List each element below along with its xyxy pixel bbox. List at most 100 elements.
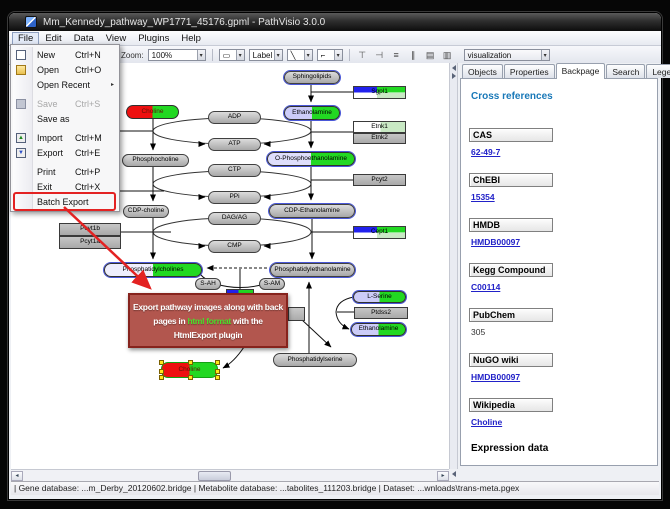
canvas-horizontal-scrollbar[interactable]: ◂ ▸ [11,469,449,481]
align-center-x-icon[interactable]: ⊤ [356,50,369,61]
menu-plugins[interactable]: Plugins [132,32,175,45]
collapse-left-icon[interactable] [452,471,456,477]
gene-box-sgpl1[interactable]: Sgpl1 [353,86,406,99]
chevron-down-icon[interactable]: ▾ [334,50,342,60]
pathway-node-sphingolipids[interactable]: Sphingolipids [284,71,340,84]
gene-box-unlabeled[interactable] [288,307,305,321]
pathway-node-cdp-ethanolamine[interactable]: CDP-Ethanolamine [269,204,355,218]
menu-file[interactable]: File [12,32,39,45]
selection-handle[interactable] [215,375,220,380]
pathway-node-cdp-choline[interactable]: CDP-choline [123,205,169,218]
pathway-node-cmp[interactable]: CMP [208,240,261,253]
selection-handle[interactable] [159,375,164,380]
file-menu-item-export[interactable]: ▼ExportCtrl+E [11,145,119,160]
callout-line3: HtmlExport plugin [130,328,286,342]
pathway-node-ethanolamine[interactable]: Ethanolamine [284,106,340,120]
selection-handle[interactable] [188,375,193,380]
file-menu-item-import[interactable]: ▲ImportCtrl+M [11,130,119,145]
menu-edit[interactable]: Edit [39,32,67,45]
file-menu-item-label: New [37,50,55,60]
datanode-shape-combobox[interactable]: ▭ ▾ [219,49,245,61]
pathway-node-ethanolamine[interactable]: Ethanolamine [351,323,406,336]
common-height-icon[interactable]: ▥ [441,50,454,61]
align-center-y-icon[interactable]: ⊣ [373,50,386,61]
xref-section-chebi: ChEBI15354 [469,173,649,202]
selection-handle[interactable] [159,360,164,365]
zoom-combobox[interactable]: 100% ▾ [148,49,206,61]
xref-link[interactable]: C00114 [471,282,649,292]
splitpane-divider[interactable] [449,63,458,469]
file-menu-item-exit[interactable]: ExitCtrl+X [11,179,119,194]
connector-tool-combobox[interactable]: ⌐ ▾ [317,49,343,61]
gene-box-etnk2[interactable]: Etnk2 [353,133,406,144]
scroll-left-icon[interactable]: ◂ [11,471,23,481]
pathway-node-phosphatidylethanolamine[interactable]: Phosphatidylethanolamine [270,263,355,277]
selection-handle[interactable] [215,360,220,365]
pathway-node-s-ah[interactable]: S-AH [195,278,221,290]
file-menu-item-open-recent[interactable]: Open Recent▸ [11,77,119,92]
tab-search[interactable]: Search [606,64,645,78]
file-menu-item-open[interactable]: OpenCtrl+O [11,62,119,77]
pathway-node-l-serine[interactable]: L-Serine [353,291,406,303]
xref-link[interactable]: 15354 [471,192,649,202]
file-menu-item-print[interactable]: PrintCtrl+P [11,164,119,179]
pathway-node-atp[interactable]: ATP [208,138,261,151]
xref-link[interactable]: HMDB00097 [471,372,649,382]
title-bar[interactable]: Mm_Kennedy_pathway_WP1771_45176.gpml - P… [9,13,661,31]
distribute-vertical-icon[interactable]: ∥ [407,50,420,61]
callout-line2: pages in html format with the [130,314,286,328]
collapse-right-icon[interactable] [452,73,456,79]
gene-box-ptdss2[interactable]: Ptdss2 [354,307,408,319]
chevron-down-icon[interactable]: ▾ [197,50,205,60]
chevron-down-icon[interactable]: ▾ [274,50,282,60]
pathway-node-phosphatidylserine[interactable]: Phosphatidylserine [273,353,357,367]
collapse-left-icon[interactable] [452,65,456,71]
gene-box-pcyt1a[interactable]: Pcyt1a [59,236,121,249]
xref-link[interactable]: HMDB00097 [471,237,649,247]
pathway-node-o-phosphoethanolamine[interactable]: O-Phosphoethanolamine [267,152,355,166]
gene-box-pcyt1b[interactable]: Pcyt1b [59,223,121,236]
pathway-node-choline[interactable]: Choline [161,362,218,378]
common-width-icon[interactable]: ▤ [424,50,437,61]
scroll-right-icon[interactable]: ▸ [437,471,449,481]
tab-legend[interactable]: Legend [646,64,670,78]
pathway-node-ctp[interactable]: CTP [208,164,261,177]
xref-link[interactable]: 62-49-7 [471,147,649,157]
chevron-down-icon[interactable]: ▾ [541,50,549,60]
pathway-node-phosphatidylcholines[interactable]: Phosphatidylcholines [104,263,202,277]
file-menu-item-new[interactable]: NewCtrl+N [11,47,119,62]
scrollbar-thumb[interactable] [198,471,231,481]
file-menu-item-batch-export[interactable]: Batch Export [11,194,119,209]
visualization-combobox[interactable]: visualization ▾ [464,49,550,61]
visualization-value: visualization [468,51,512,60]
file-menu-item-save-as[interactable]: Save as [11,111,119,126]
chevron-down-icon[interactable]: ▾ [236,50,244,60]
xref-link[interactable]: Choline [471,417,649,427]
status-bar: | Gene database: ...m_Derby_20120602.bri… [11,481,659,495]
menu-view[interactable]: View [100,32,132,45]
menu-data[interactable]: Data [68,32,100,45]
gene-box-pcyt2[interactable]: Pcyt2 [353,174,406,186]
distribute-horizontal-icon[interactable]: ≡ [390,50,403,60]
file-menu-item-label: Export [37,148,63,158]
tab-objects[interactable]: Objects [462,64,503,78]
pathway-node-s-am[interactable]: S-AM [259,278,285,290]
xref-section-hmdb: HMDBHMDB00097 [469,218,649,247]
gene-box-etnk1[interactable]: Etnk1 [353,121,406,133]
selection-handle[interactable] [159,369,164,374]
line-tool-combobox[interactable]: ╲ ▾ [287,49,313,61]
chevron-down-icon[interactable]: ▾ [304,50,312,60]
gene-box-cept1[interactable]: Cept1 [353,226,406,239]
tab-properties[interactable]: Properties [504,64,555,78]
pathway-node-phosphocholine[interactable]: Phosphocholine [122,154,189,167]
menu-help[interactable]: Help [175,32,207,45]
label-tool-combobox[interactable]: Label ▾ [249,49,283,61]
pathway-node-ppi[interactable]: PPi [208,191,261,204]
selection-handle[interactable] [188,360,193,365]
pathway-node-choline[interactable]: Choline [126,105,179,119]
pathway-node-adp[interactable]: ADP [208,111,261,124]
pathway-node-dag-ag[interactable]: DAG/AG [208,212,261,225]
file-menu-item-label: Save as [37,114,70,124]
tab-backpage[interactable]: Backpage [556,63,606,79]
selection-handle[interactable] [215,369,220,374]
